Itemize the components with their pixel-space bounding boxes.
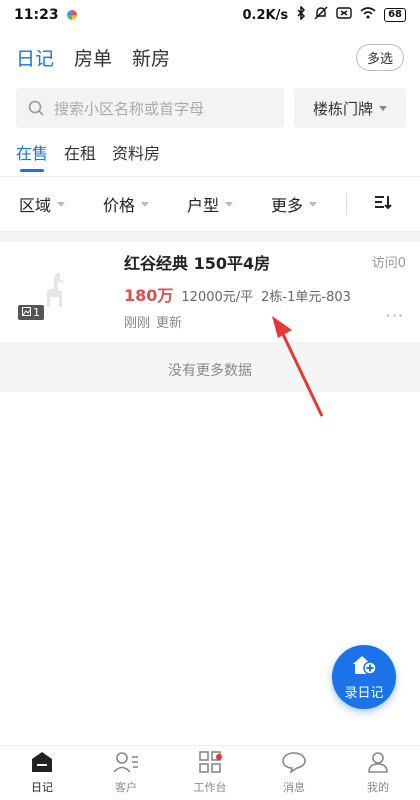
bluetooth-icon <box>296 5 306 24</box>
list-spacer <box>0 232 420 242</box>
filter-more[interactable]: 更多 <box>252 192 336 216</box>
nav-profile-label: 我的 <box>367 781 389 794</box>
record-diary-button[interactable]: 录日记 <box>332 645 396 709</box>
diary-icon <box>30 751 54 776</box>
multi-select-button[interactable]: 多选 <box>355 44 404 71</box>
filter-bar: 区域 价格 户型 更多 <box>0 176 420 232</box>
sim-icon <box>336 7 352 23</box>
listing-updated: 刚刚 更新 <box>124 312 420 331</box>
battery-icon: 68 <box>384 8 406 22</box>
tab-house-list[interactable]: 房单 <box>74 44 112 71</box>
search-icon <box>28 100 44 116</box>
sort-button[interactable] <box>347 194 420 214</box>
updated-label: 更新 <box>156 316 183 331</box>
chevron-down-icon <box>379 105 387 111</box>
app-notification-icon <box>66 10 77 20</box>
nav-clients-label: 客户 <box>115 781 137 794</box>
photo-count: 1 <box>33 306 40 319</box>
net-speed: 0.2K/s <box>242 7 289 23</box>
filter-layout[interactable]: 户型 <box>168 192 252 216</box>
filter-more-label: 更多 <box>270 196 303 215</box>
tab-diary[interactable]: 日记 <box>16 44 54 71</box>
nav-clients[interactable]: 客户 <box>84 746 168 800</box>
sort-icon <box>374 194 394 214</box>
nav-profile[interactable]: 我的 <box>336 746 420 800</box>
status-time: 11:23 <box>14 7 59 23</box>
search-row: 搜索小区名称或首字母 楼栋门牌 <box>0 84 420 128</box>
house-add-icon <box>351 654 377 680</box>
mute-icon <box>314 6 328 24</box>
listing-visits: 访问0 <box>371 256 406 271</box>
chevron-down-icon <box>57 201 65 207</box>
nav-diary[interactable]: 日记 <box>0 746 84 800</box>
wifi-icon <box>360 7 376 23</box>
no-more-data: 没有更多数据 <box>0 348 420 392</box>
tab-for-rent[interactable]: 在租 <box>64 136 96 164</box>
listing-price-row: 180万 12000元/平 2栋-1单元-803 <box>124 282 420 306</box>
image-icon <box>22 306 31 319</box>
nav-diary-label: 日记 <box>31 781 53 794</box>
photo-count-badge: 1 <box>18 305 44 320</box>
chat-bubble-icon <box>282 751 306 776</box>
search-input[interactable]: 搜索小区名称或首字母 <box>16 88 284 128</box>
building-number-label: 楼栋门牌 <box>312 99 373 118</box>
listing-price: 180万 <box>124 286 174 305</box>
nav-workbench-label: 工作台 <box>193 781 227 794</box>
clients-icon <box>113 751 139 776</box>
listing-unit-price: 12000元/平 <box>181 290 254 305</box>
chevron-down-icon <box>141 201 149 207</box>
nav-messages-label: 消息 <box>283 781 305 794</box>
top-nav: 日记 房单 新房 多选 <box>0 30 420 84</box>
filter-layout-label: 户型 <box>186 196 219 215</box>
filter-area[interactable]: 区域 <box>0 192 84 216</box>
chevron-down-icon <box>309 201 317 207</box>
tab-info-house[interactable]: 资料房 <box>112 136 160 164</box>
nav-workbench[interactable]: 工作台 <box>168 746 252 800</box>
listing-unit-info: 2栋-1单元-803 <box>261 290 351 305</box>
more-options-icon[interactable]: ··· <box>386 306 404 325</box>
bottom-nav: 日记 客户 工作台 消息 我的 <box>0 745 420 800</box>
listing-card[interactable]: 1 红谷经典 150平4房 180万 12000元/平 2栋-1单元-803 刚… <box>0 242 420 342</box>
tab-for-sale[interactable]: 在售 <box>16 136 48 172</box>
notification-dot <box>216 754 222 760</box>
status-bar: 11:23 0.2K/s 68 <box>0 0 420 30</box>
chevron-down-icon <box>225 201 233 207</box>
listing-thumbnail: 1 <box>0 242 108 342</box>
filter-price[interactable]: 价格 <box>84 192 168 216</box>
status-left: 11:23 <box>14 7 77 23</box>
filter-area-label: 区域 <box>18 196 51 215</box>
fab-label: 录日记 <box>344 685 384 701</box>
tab-new-house[interactable]: 新房 <box>132 44 170 71</box>
nav-messages[interactable]: 消息 <box>252 746 336 800</box>
sub-tabs: 在售 在租 资料房 <box>0 128 420 172</box>
user-icon <box>367 751 389 776</box>
filter-price-label: 价格 <box>102 196 135 215</box>
building-number-button[interactable]: 楼栋门牌 <box>294 88 406 128</box>
search-placeholder: 搜索小区名称或首字母 <box>54 99 205 118</box>
updated-time: 刚刚 <box>124 316 151 331</box>
status-right: 0.2K/s 68 <box>242 5 406 24</box>
